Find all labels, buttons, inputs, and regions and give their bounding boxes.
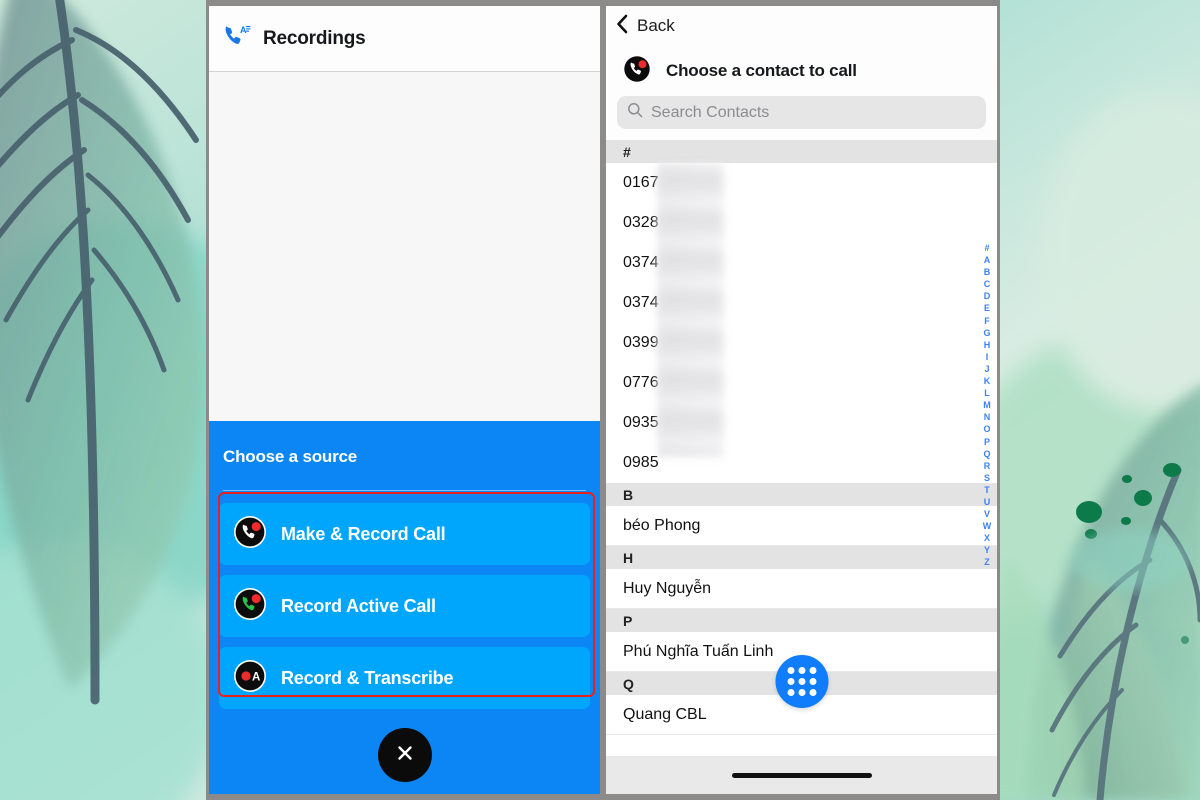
alphabet-index-letter[interactable]: L [981,387,993,399]
alphabet-index-letter[interactable]: O [981,423,993,435]
contact-picker-title: Choose a contact to call [666,61,857,80]
choose-source-title: Choose a source [223,447,357,466]
recordings-empty-list [209,72,600,421]
list-item[interactable]: 0374 [606,243,997,283]
alphabet-index-letter[interactable]: # [981,242,993,254]
choose-source-sheet: Choose a source Make & Record Call Recor… [209,421,600,794]
back-label: Back [637,16,675,35]
list-item[interactable]: 0399 [606,323,997,363]
phone-screenshot-frame: A Recordings Choose a source Make & Reco… [206,0,1000,800]
svg-text:A: A [252,671,260,683]
alphabet-index-letter[interactable]: S [981,472,993,484]
list-item[interactable]: 0935 [606,403,997,443]
option-label: Make & Record Call [281,523,446,544]
phone-record-white-icon [233,515,267,554]
search-field-wrap: Search Contacts [606,96,997,140]
alphabet-index-letter[interactable]: W [981,520,993,532]
phone-record-icon [622,54,652,89]
alphabet-index-letter[interactable]: G [981,327,993,339]
list-item[interactable]: 0985 [606,443,997,483]
option-record-and-transcribe[interactable]: A Record & Transcribe [219,647,590,709]
alphabet-index-letter[interactable]: J [981,363,993,375]
alphabet-index-letter[interactable]: M [981,399,993,411]
option-make-and-record-call[interactable]: Make & Record Call [219,503,590,565]
page-title: Recordings [263,27,366,49]
dialpad-icon [787,667,816,696]
close-button-area [209,728,600,782]
option-label: Record Active Call [281,595,436,616]
phone-record-green-icon [233,587,267,626]
sheet-divider [223,490,586,491]
list-item[interactable]: 0374 [606,283,997,323]
option-label: Record & Transcribe [281,667,454,688]
list-item[interactable]: 0328 [606,203,997,243]
alphabet-index-letter[interactable]: X [981,532,993,544]
section-header: B [606,483,997,506]
search-icon [627,102,643,123]
list-item[interactable]: 0167 [606,163,997,203]
source-option-list: Make & Record Call Record Active Call A … [209,503,600,719]
dialpad-button[interactable] [775,655,828,708]
alphabet-index-letter[interactable]: Z [981,556,993,568]
contact-list[interactable]: # 0167 0328 0374 0374 0399 0776 0935 098… [606,140,997,756]
recordings-panel: A Recordings Choose a source Make & Reco… [209,6,600,794]
back-button[interactable]: Back [606,6,997,46]
alphabet-index-letter[interactable]: H [981,339,993,351]
bottom-bar [606,756,997,794]
section-header: H [606,546,997,569]
alphabet-index-letter[interactable]: C [981,278,993,290]
alphabet-index-letter[interactable]: D [981,290,993,302]
search-input[interactable]: Search Contacts [617,96,986,129]
alphabet-index-letter[interactable]: E [981,302,993,314]
alphabet-index[interactable]: # A B C D E F G H I J K L M N O P Q R S T U V W X Y Z [981,242,993,569]
home-indicator [731,772,872,778]
numeric-contacts-group: 0167 0328 0374 0374 0399 0776 0935 0985 [606,163,997,483]
alphabet-index-letter[interactable]: A [981,254,993,266]
alphabet-index-letter[interactable]: N [981,411,993,423]
close-icon [394,742,416,769]
alphabet-index-letter[interactable]: B [981,266,993,278]
close-button[interactable] [377,728,432,782]
phone-transcript-icon: A [223,23,251,54]
alphabet-index-letter[interactable]: P [981,436,993,448]
contact-picker-panel: Back Choose a contact to call Search Con… [606,6,997,794]
alphabet-index-letter[interactable]: Q [981,448,993,460]
alphabet-index-letter[interactable]: I [981,351,993,363]
chevron-left-icon [616,14,629,39]
option-record-active-call[interactable]: Record Active Call [219,575,590,637]
recordings-header: A Recordings [209,6,600,72]
record-transcribe-icon: A [233,659,267,698]
alphabet-index-letter[interactable]: Y [981,544,993,556]
alphabet-index-letter[interactable]: V [981,508,993,520]
section-header: P [606,609,997,632]
list-item[interactable]: béo Phong [606,506,997,546]
section-header: # [606,140,997,163]
search-placeholder: Search Contacts [651,103,770,121]
contact-picker-header: Choose a contact to call [606,46,997,96]
alphabet-index-letter[interactable]: T [981,484,993,496]
alphabet-index-letter[interactable]: R [981,460,993,472]
alphabet-index-letter[interactable]: K [981,375,993,387]
list-item[interactable]: 0776 [606,363,997,403]
list-item[interactable]: Huy Nguyễn [606,569,997,609]
alphabet-index-letter[interactable]: F [981,315,993,327]
alphabet-index-letter[interactable]: U [981,496,993,508]
